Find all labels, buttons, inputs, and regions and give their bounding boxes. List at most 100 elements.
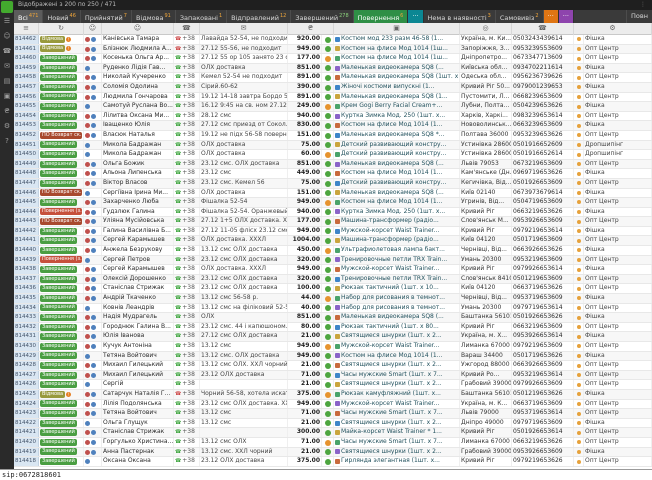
call-icon[interactable]: ☎ xyxy=(175,132,181,138)
product-name[interactable]: Маленькая видеокамера SQ8 (... xyxy=(341,160,444,167)
call-icon[interactable]: ☎ xyxy=(175,46,181,52)
client-name[interactable]: Галина Василівна Б... xyxy=(102,227,174,236)
client-name[interactable]: Власюк Наталья xyxy=(102,131,174,140)
client-name[interactable]: Альона Липенська xyxy=(102,169,174,178)
product-name[interactable]: Рюкзак тактичний (1шт. х 80... xyxy=(341,323,439,330)
table-row[interactable]: 814462Відмова!Канівська Тамара☎+38Лавайд… xyxy=(14,35,652,45)
client-name[interactable]: Сергей Карамышев xyxy=(102,265,174,274)
call-icon[interactable]: ☎ xyxy=(175,353,181,359)
status-badge[interactable]: Завершений xyxy=(40,458,77,465)
status-badge[interactable]: Завершений xyxy=(40,228,77,235)
phone-icon[interactable]: ☎ xyxy=(174,23,200,35)
call-icon[interactable]: ☎ xyxy=(175,266,181,272)
table-row[interactable]: 814449ЗавершенийОльга Божик☎+3823.12 смс… xyxy=(14,160,652,170)
product-name[interactable]: Часы мужские Smart (1шт. х 7... xyxy=(341,409,443,416)
call-icon[interactable]: ☎ xyxy=(175,449,181,455)
status-badge[interactable]: Завершений xyxy=(40,285,77,292)
product-name[interactable]: Костюм на флисе Мод 1014 (1ш... xyxy=(341,54,448,61)
client-name[interactable]: Лілитва Оксана Ми... xyxy=(102,112,174,121)
product-icon[interactable]: ▣ xyxy=(334,23,460,35)
call-icon[interactable]: ☎ xyxy=(175,113,181,119)
product-name[interactable]: Святящиеся шнурки (1шт. х 2... xyxy=(341,361,442,368)
status-badge[interactable]: Завершений xyxy=(40,410,77,417)
product-name[interactable]: Рюкзак камуфляжний (1шт. х... xyxy=(341,390,441,397)
call-icon[interactable]: ☎ xyxy=(175,36,181,42)
table-row[interactable]: 814459ЗавершенийРуденко Лідія Гав...☎+38… xyxy=(14,64,652,74)
table-row[interactable]: 814437ЗавершенийОлексій Дорошенко☎+3823.… xyxy=(14,275,652,285)
table-row[interactable]: 814418ЗавершенийОксана Оксана☎+3823.12 О… xyxy=(14,457,652,467)
call-icon[interactable]: ☎ xyxy=(175,439,181,445)
table-row[interactable]: 814456ЗавершенийЛюдмила Гончарова☎+3819.… xyxy=(14,93,652,103)
call-icon[interactable]: ☎ xyxy=(175,161,181,167)
product-name[interactable]: Набор для рисования в темнот... xyxy=(341,304,445,311)
table-row[interactable]: 814451ЗавершенийМикола Бадражан☎+38ОЛХ д… xyxy=(14,141,652,151)
product-name[interactable]: Часы мужские Smart (1шт. х 7... xyxy=(341,438,443,445)
product-name[interactable]: Мужской-корсет Waist Trainer... xyxy=(341,342,439,349)
client-icon[interactable]: ☺ xyxy=(102,23,174,35)
table-row[interactable]: 814455ЗавершенийСамотуй Руслана Во...☎+3… xyxy=(14,102,652,112)
status-badge[interactable]: Завершений xyxy=(40,420,77,427)
call-icon[interactable]: ☎ xyxy=(175,180,181,186)
table-row[interactable]: 814428ЗавершенийМихаил Гилецький☎+3813.1… xyxy=(14,361,652,371)
call-icon[interactable]: ☎ xyxy=(175,362,181,368)
status-badge[interactable]: ПО Возврат ск. xyxy=(40,189,82,196)
call-icon[interactable]: ☎ xyxy=(175,372,181,378)
tab-completed[interactable]: Завершений278 xyxy=(291,10,353,23)
table-row[interactable]: 814443ПО Возврат ск.Уліяна Мусійовська☎+… xyxy=(14,217,652,227)
tab-pill-teal[interactable]: ··· xyxy=(408,10,423,23)
client-name[interactable]: Тетяна Войтович xyxy=(102,409,174,418)
status-badge[interactable]: Завершений xyxy=(40,237,77,244)
status-badge[interactable]: Завершений xyxy=(40,352,77,359)
status-badge[interactable]: Завершений xyxy=(40,151,77,158)
status-badge[interactable]: Завершений xyxy=(40,439,77,446)
table-row[interactable]: 814440ЗавершенийАнжела Безрукову☎+3813.1… xyxy=(14,246,652,256)
product-name[interactable]: Костюм на флисе Мод 1014 (1... xyxy=(341,121,442,128)
product-name[interactable]: Детский развивающий констру... xyxy=(341,141,446,148)
status-badge[interactable]: Завершений xyxy=(40,247,77,254)
call-icon[interactable]: ☎ xyxy=(175,420,181,426)
table-row[interactable]: 814439Повернення (з...Сергей Петров☎+382… xyxy=(14,256,652,266)
status-badge[interactable]: Завершений xyxy=(40,93,77,100)
menu-icon[interactable]: ≡ xyxy=(14,23,39,35)
table-row[interactable]: 814457ЗавершенийСоломія Одолина☎+38Сірий… xyxy=(14,83,652,93)
call-icon[interactable]: ☎ xyxy=(175,84,181,90)
tab-out-of-stock[interactable]: Нема в наявності3 xyxy=(424,10,496,23)
product-name[interactable]: Крем Gogi Berry Facial Cream+... xyxy=(341,102,442,109)
status-badge[interactable]: Завершений xyxy=(40,314,77,321)
call-icon[interactable]: ☎ xyxy=(175,74,181,80)
table-row[interactable]: 814422ЗавершенийОльга Глущук☎+3813.12 см… xyxy=(14,419,652,429)
client-name[interactable]: Соломія Одолина xyxy=(102,83,174,92)
location-icon[interactable]: ◎ xyxy=(460,23,512,35)
client-name[interactable]: Ольга Божик xyxy=(102,160,174,169)
call-icon[interactable]: ☎ xyxy=(175,305,181,311)
tab-accepted[interactable]: Прийнятий7 xyxy=(81,10,132,23)
call-icon[interactable]: ☎ xyxy=(175,285,181,291)
product-name[interactable]: Набор для рисования в темнот... xyxy=(341,294,445,301)
table-row[interactable]: 814461Відмова!Блізнюк Людмила А...☎+3827… xyxy=(14,45,652,55)
product-name[interactable]: Майка-корсет Waist Trainer * 1... xyxy=(341,428,442,435)
status-badge[interactable]: Завершений xyxy=(40,429,77,436)
client-name[interactable]: Андрій Ткаченко xyxy=(102,294,174,303)
status-badge[interactable]: Завершений xyxy=(40,74,77,81)
table-row[interactable]: 814424ЗавершенийЛілія Подолянська☎+3823.… xyxy=(14,400,652,410)
client-name[interactable]: Сергіївна Ірина Ми... xyxy=(102,189,174,198)
phone-icon[interactable]: ☎ xyxy=(0,44,14,59)
tab-shipped[interactable]: Відправлений12 xyxy=(227,10,291,23)
call-icon[interactable]: ☎ xyxy=(175,276,181,282)
call-icon[interactable]: ☎ xyxy=(175,190,181,196)
product-name[interactable]: Маленькая видеокамера SQ8 *... xyxy=(341,131,445,138)
tab-all[interactable]: Всі471 xyxy=(14,10,43,23)
product-name[interactable]: Костюм на флисе Мод 1014 (1... xyxy=(341,169,442,176)
table-row[interactable]: 814453ЗавершенийІващенко Юлія☎+3827.12 с… xyxy=(14,121,652,131)
client-name[interactable]: Анна Пастернак xyxy=(102,448,174,457)
client-name[interactable]: Лілія Подолянська xyxy=(102,400,174,409)
contacts-icon[interactable]: ☺ xyxy=(0,29,14,44)
mail-icon[interactable]: ✉ xyxy=(0,59,14,74)
status-badge[interactable]: Відмова xyxy=(40,391,65,398)
status-badge[interactable]: Завершений xyxy=(40,276,77,283)
status-badge[interactable]: ПО Возврат ск. xyxy=(40,218,82,225)
product-name[interactable]: Маленькая видеокамера SQ8 (... xyxy=(341,189,444,196)
call-icon[interactable]: ☎ xyxy=(175,410,181,416)
client-name[interactable]: Уліяна Мусійовська xyxy=(102,217,174,226)
product-name[interactable]: Святящиеся шнурки (1шт. х 2... xyxy=(341,380,442,387)
